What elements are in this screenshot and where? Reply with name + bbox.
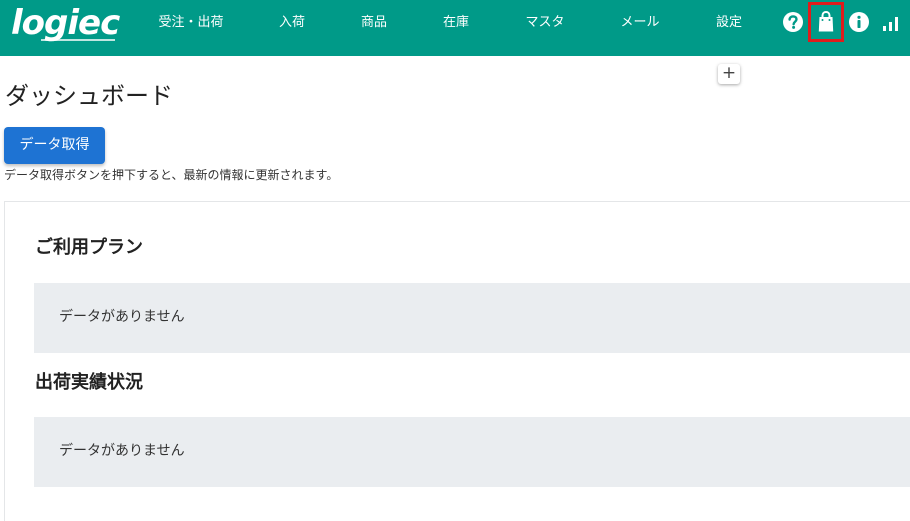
logiec-logo[interactable]: logiec <box>11 5 121 47</box>
nav-item-receiving[interactable]: 入荷 <box>266 0 318 46</box>
logo-text: logiec <box>11 3 120 43</box>
dashboard-card: ご利用プラン データがありません 出荷実績状況 データがありません <box>4 201 910 521</box>
page-title: ダッシュボード <box>5 82 173 110</box>
fetch-help-text: データ取得ボタンを押下すると、最新の情報に更新されます。 <box>4 168 339 182</box>
nav-item-products[interactable]: 商品 <box>348 0 400 46</box>
help-icon[interactable] <box>782 11 804 33</box>
section-title-plan: ご利用プラン <box>35 237 143 258</box>
logo-underline <box>41 39 115 41</box>
add-widget-button[interactable]: + <box>718 64 740 84</box>
nav-item-settings[interactable]: 設定 <box>703 0 755 46</box>
fetch-data-button[interactable]: データ取得 <box>4 127 105 164</box>
shopping-bag-icon[interactable] <box>815 10 837 32</box>
shipping-empty-panel: データがありません <box>34 417 910 487</box>
empty-message: データがありません <box>59 443 185 459</box>
nav-item-orders-shipping[interactable]: 受注・出荷 <box>150 0 232 46</box>
signal-bars-icon[interactable] <box>881 11 903 33</box>
section-title-shipping-results: 出荷実績状況 <box>35 372 143 393</box>
top-navigation-bar: logiec 受注・出荷 入荷 商品 在庫 マスタ メール 設定 <box>0 0 910 56</box>
nav-item-mail[interactable]: メール <box>610 0 670 46</box>
plan-empty-panel: データがありません <box>34 283 910 353</box>
info-icon[interactable] <box>848 11 870 33</box>
nav-item-master[interactable]: マスタ <box>515 0 575 46</box>
empty-message: データがありません <box>59 309 185 325</box>
nav-item-inventory[interactable]: 在庫 <box>430 0 482 46</box>
